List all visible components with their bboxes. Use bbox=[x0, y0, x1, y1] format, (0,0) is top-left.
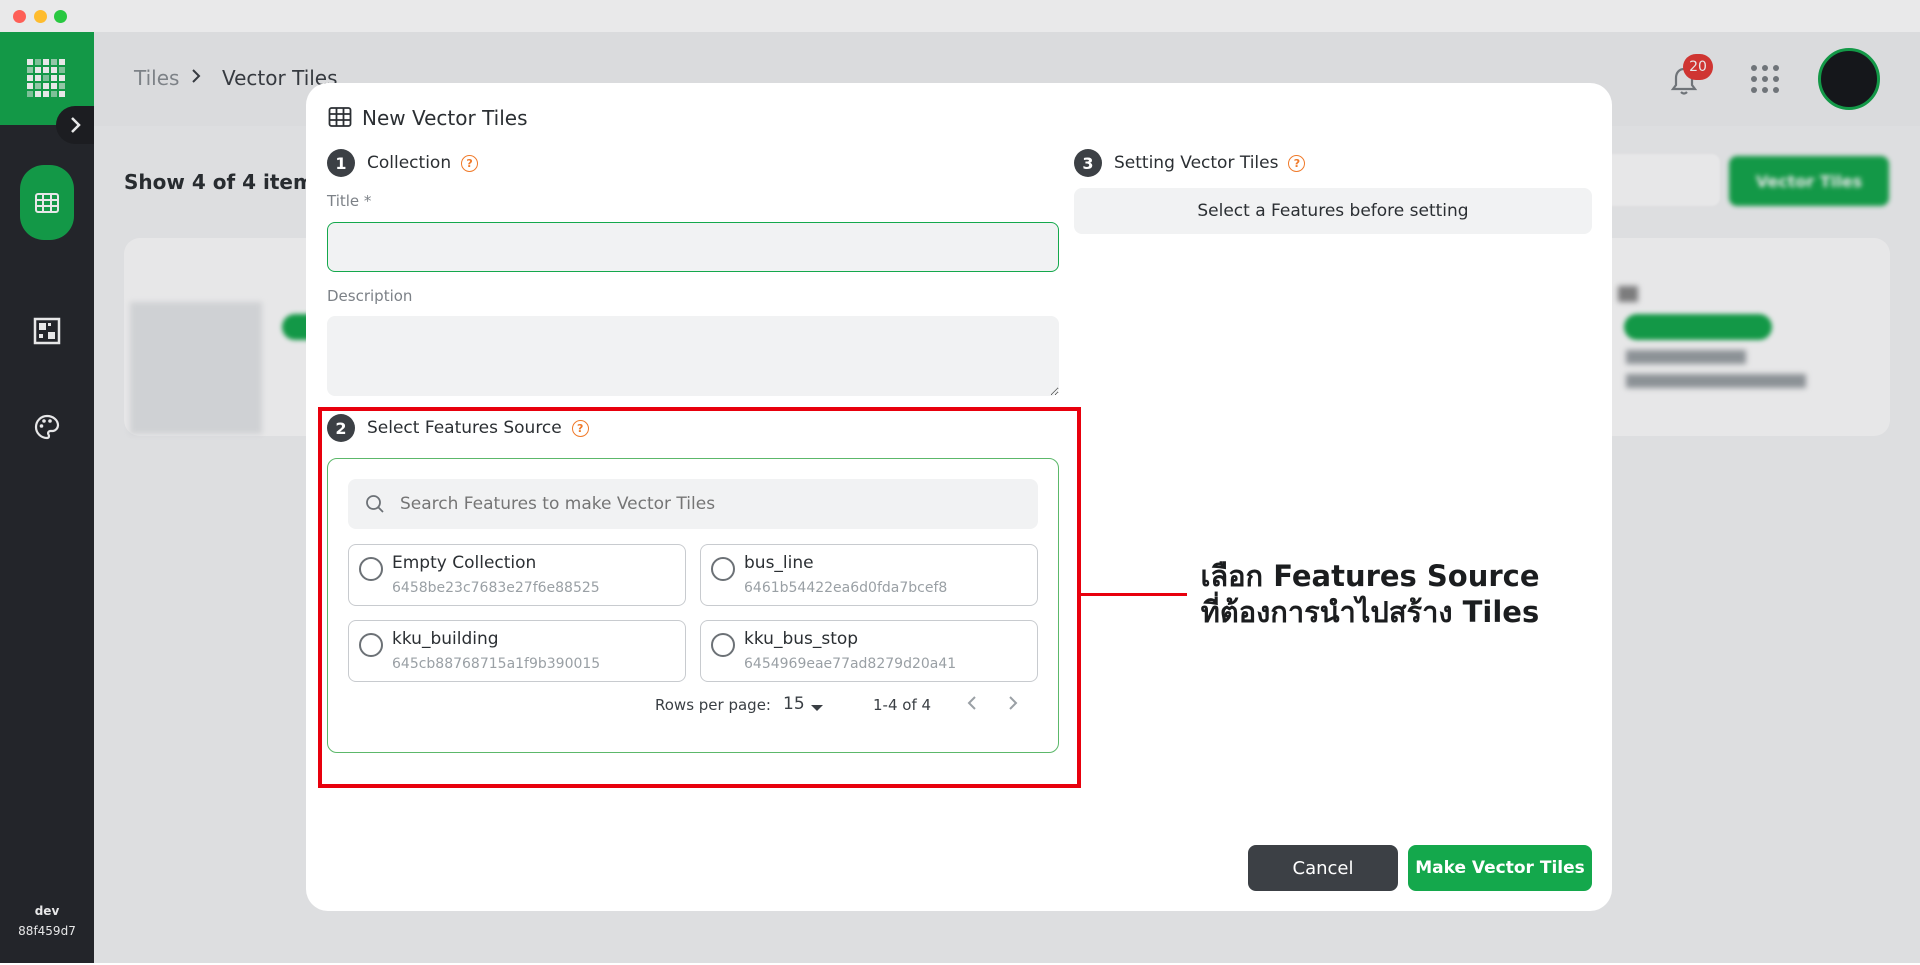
window-maximize-button[interactable] bbox=[54, 10, 67, 23]
dialog-title: New Vector Tiles bbox=[362, 106, 528, 130]
make-vector-tiles-button[interactable]: Make Vector Tiles bbox=[1408, 845, 1592, 891]
title-field[interactable] bbox=[327, 222, 1059, 272]
step-label: Collection bbox=[367, 153, 452, 173]
annotation-highlight-box bbox=[318, 407, 1081, 788]
window-titlebar bbox=[0, 0, 1920, 32]
step-number: 3 bbox=[1074, 149, 1102, 177]
cancel-button[interactable]: Cancel bbox=[1248, 845, 1398, 891]
help-icon[interactable]: ? bbox=[1288, 154, 1306, 172]
window-minimize-button[interactable] bbox=[34, 10, 47, 23]
description-field[interactable] bbox=[327, 316, 1059, 396]
annotation-line-1: เลือก Features Source bbox=[1200, 559, 1540, 593]
help-icon[interactable]: ? bbox=[461, 154, 479, 172]
annotation-line-2: ที่ต้องการนำไปสร้าง Tiles bbox=[1200, 595, 1540, 629]
title-field-label: Title * bbox=[327, 192, 372, 210]
step-setting-vector-tiles: 3 Setting Vector Tiles ? bbox=[1074, 149, 1306, 177]
step-label: Setting Vector Tiles bbox=[1114, 153, 1279, 173]
annotation-callout: เลือก Features Source ที่ต้องการนำไปสร้า… bbox=[1200, 558, 1540, 630]
step-number: 1 bbox=[327, 149, 355, 177]
table-map-icon bbox=[328, 106, 352, 132]
window-close-button[interactable] bbox=[13, 10, 26, 23]
annotation-connector-line bbox=[1081, 593, 1187, 596]
setting-placeholder: Select a Features before setting bbox=[1074, 188, 1592, 234]
description-field-label: Description bbox=[327, 287, 413, 305]
step-collection: 1 Collection ? bbox=[327, 149, 479, 177]
